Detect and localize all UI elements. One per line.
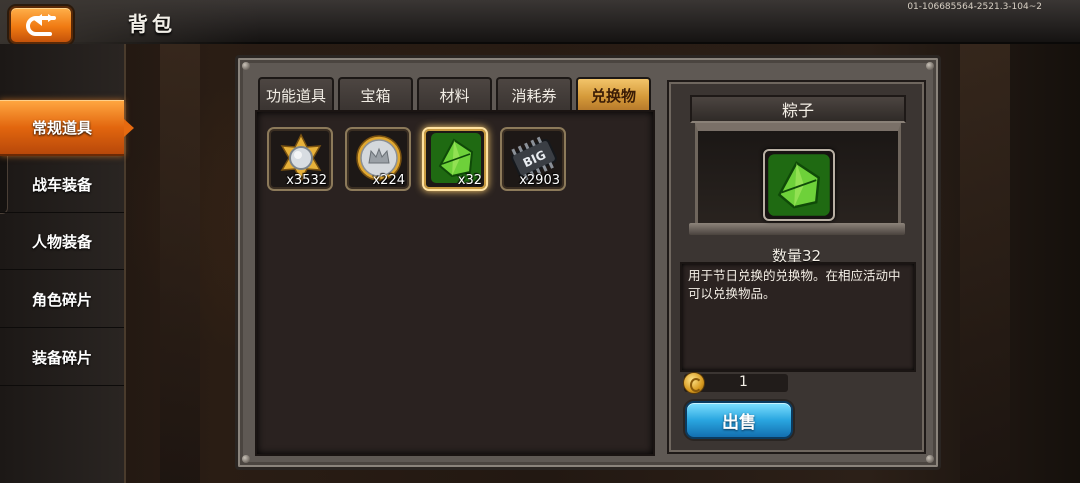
price-value: 1 (739, 374, 748, 390)
sidebar-item-vehicle-equipment[interactable]: 战车装备 (0, 157, 124, 213)
sidebar-item-label: 装备碎片 (31, 349, 92, 367)
item-preview (763, 149, 835, 221)
sell-price: 1 (683, 372, 788, 394)
item-count: x32 (457, 173, 482, 188)
sidebar-item-regular-items[interactable]: 常规道具 (0, 100, 134, 156)
back-arrow-icon (26, 14, 56, 36)
item-slot[interactable]: x224 (345, 127, 411, 191)
tab-materials[interactable]: 材料 (417, 77, 492, 111)
page-title: 背包 (128, 12, 176, 36)
item-slot[interactable]: x3532 (267, 127, 333, 191)
item-count: x224 (372, 173, 405, 188)
gold-coin-icon (683, 372, 705, 394)
tab-label: 兑换物 (590, 86, 636, 105)
tab-label: 消耗券 (511, 86, 557, 105)
item-description: 用于节日兑换的兑换物。在相应活动中可以兑换物品。 (680, 262, 916, 372)
item-slot[interactable]: x32 (422, 127, 488, 191)
zongzi-leaf-icon (768, 154, 830, 216)
sidebar-item-character-fragments[interactable]: 角色碎片 (0, 272, 124, 328)
tab-label: 材料 (439, 86, 470, 105)
back-button[interactable] (9, 6, 73, 44)
category-sidebar: 常规道具 战车装备 人物装备 角色碎片 装备碎片 (0, 44, 134, 483)
inventory-frame: 功能道具 宝箱 材料 消耗券 兑换物 x3532 x224 x32 BIG x2… (235, 55, 941, 470)
item-slot[interactable]: BIG x2903 (500, 127, 566, 191)
top-bar: 背包 01-106685564-2521.3-104~2 (0, 0, 1080, 44)
item-detail-panel: 粽子 数量32 用于节日兑换的兑换物。在相应活动中可以兑换物品。 1 出售 (667, 80, 926, 454)
sidebar-item-label: 战车装备 (31, 176, 92, 194)
item-name: 粽子 (690, 95, 906, 123)
item-count: x2903 (519, 173, 560, 188)
sell-button-label: 出售 (722, 412, 756, 433)
sidebar-item-label: 人物装备 (31, 233, 92, 251)
sidebar-item-label: 常规道具 (31, 119, 92, 137)
tab-exchange-items[interactable]: 兑换物 (576, 77, 651, 111)
item-count: x3532 (286, 173, 327, 188)
description-text: 用于节日兑换的兑换物。在相应活动中可以兑换物品。 (688, 268, 901, 301)
sidebar-item-label: 角色碎片 (31, 291, 92, 309)
version-label: 01-106685564-2521.3-104~2 (907, 2, 1042, 12)
showcase-shelf (689, 223, 905, 235)
sidebar-item-character-equipment[interactable]: 人物装备 (0, 214, 124, 270)
tab-consumable-tickets[interactable]: 消耗券 (496, 77, 572, 111)
sell-button[interactable]: 出售 (685, 401, 793, 439)
tab-function-items[interactable]: 功能道具 (258, 77, 334, 111)
tab-treasure-chests[interactable]: 宝箱 (338, 77, 413, 111)
tab-label: 功能道具 (265, 86, 326, 105)
tab-label: 宝箱 (360, 86, 391, 105)
sidebar-item-equipment-fragments[interactable]: 装备碎片 (0, 330, 124, 386)
